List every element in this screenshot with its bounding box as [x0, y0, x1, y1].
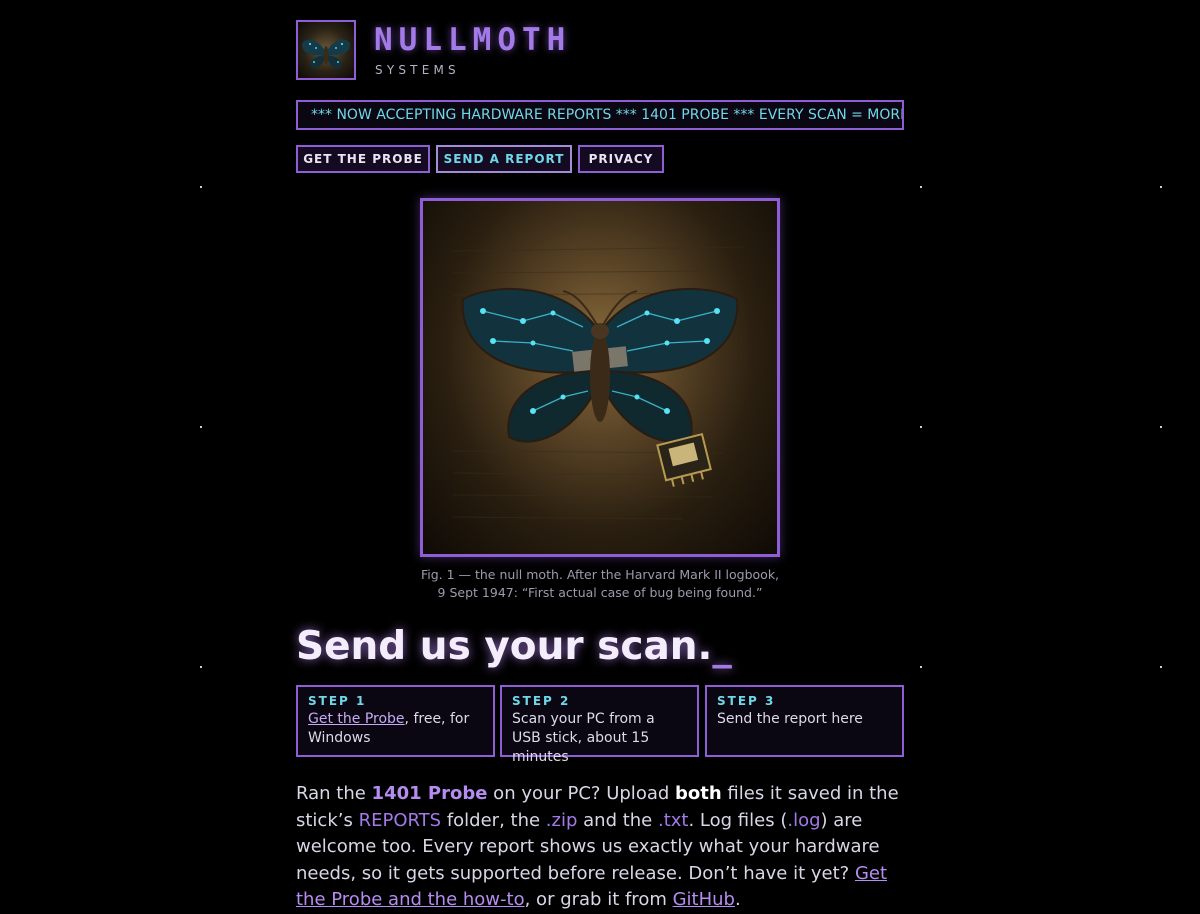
- intro-text: Ran the: [296, 783, 372, 804]
- site-header: NULLMOTH SYSTEMS: [296, 20, 904, 84]
- intro-text: on your PC? Upload: [487, 783, 676, 804]
- intro-paragraph: Ran the 1401 Probe on your PC? Upload bo…: [296, 781, 906, 914]
- step-text: Scan your PC from a USB stick, about 15 …: [512, 711, 655, 765]
- step-card-3: STEP 3 Send the report here: [705, 685, 904, 757]
- ticker-text: *** NOW ACCEPTING HARDWARE REPORTS *** 1…: [311, 107, 904, 123]
- zip-extension: .zip: [545, 809, 578, 831]
- brand-tagline: SYSTEMS: [375, 63, 460, 77]
- probe-name: 1401 Probe: [371, 783, 488, 804]
- both-emphasis: both: [675, 783, 722, 804]
- reports-folder: REPORTS: [358, 809, 442, 831]
- page-title-text: Send us your scan.: [296, 624, 713, 669]
- step-card-1: STEP 1 Get the Probe, free, for Windows: [296, 685, 495, 757]
- step-label: STEP 2: [512, 694, 571, 708]
- news-ticker: *** NOW ACCEPTING HARDWARE REPORTS *** 1…: [296, 100, 904, 130]
- moth-logo-icon[interactable]: [296, 20, 356, 80]
- nav-send-a-report[interactable]: SEND A REPORT: [436, 145, 572, 173]
- intro-text: and the: [577, 809, 658, 831]
- moth-figure-image: [420, 198, 780, 557]
- brand-name[interactable]: NULLMOTH: [374, 22, 571, 58]
- nav-get-the-probe[interactable]: GET THE PROBE: [296, 145, 430, 173]
- intro-text: . Log files (: [688, 809, 788, 831]
- step-label: STEP 1: [308, 694, 367, 708]
- page-title: Send us your scan._: [296, 624, 732, 669]
- get-the-probe-link[interactable]: Get the Probe: [308, 711, 405, 727]
- nav-privacy[interactable]: PRIVACY: [578, 145, 664, 173]
- step-text: Get the Probe, free, for Windows: [308, 710, 483, 748]
- figure-caption: Fig. 1 — the null moth. After the Harvar…: [420, 567, 780, 600]
- intro-text: folder, the: [441, 809, 546, 831]
- blinking-cursor: _: [712, 624, 732, 669]
- log-extension: .log: [787, 809, 821, 831]
- step-card-2: STEP 2 Scan your PC from a USB stick, ab…: [500, 685, 699, 765]
- txt-extension: .txt: [657, 809, 689, 831]
- step-label: STEP 3: [717, 694, 776, 708]
- step-text: Send the report here: [717, 711, 863, 727]
